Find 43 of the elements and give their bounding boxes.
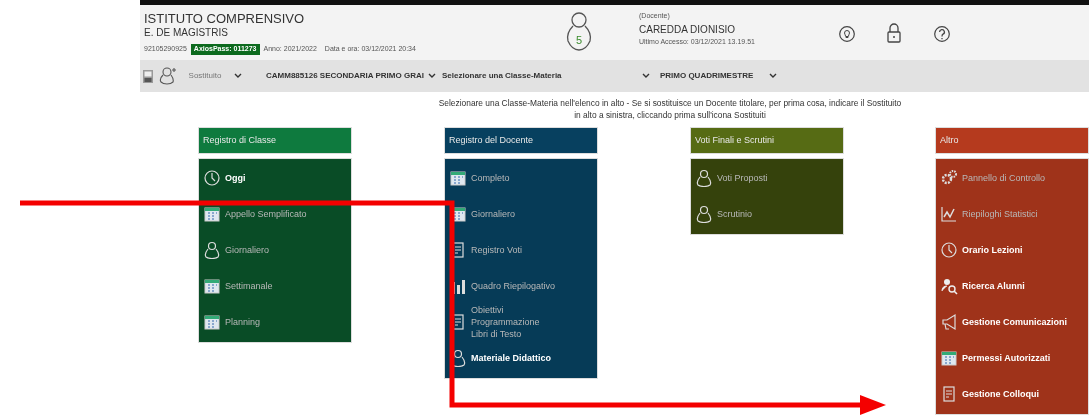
panel-header: Registro del Docente bbox=[444, 127, 598, 154]
panel-header: Altro bbox=[935, 127, 1089, 154]
panel-header: Registro di Classe bbox=[198, 127, 352, 154]
chevron-icon bbox=[427, 73, 436, 79]
instructions-text: Selezionare una Classe-Materia nell'elenco in alto - Se si sostituisce un Docente titolare, per prima cosa, indicare il Sostituito in alto a sinistra, cliccando prima sull'icona Sostituiti bbox=[437, 97, 903, 121]
calendar-icon bbox=[203, 277, 221, 295]
menu-item[interactable]: Ricerca Alunni bbox=[936, 268, 1088, 304]
menu-item[interactable]: Materiale Didattico bbox=[445, 340, 597, 376]
chevron-icon bbox=[769, 73, 778, 79]
menu-item[interactable]: Gestione Colloqui bbox=[936, 376, 1088, 412]
lightbulb-icon[interactable] bbox=[839, 25, 855, 43]
calendar-icon bbox=[940, 349, 958, 367]
school-dropdown[interactable]: CAMM885126 SECONDARIA PRIMO GRAI bbox=[266, 70, 436, 82]
user-name: CAREDDA DIONISIO bbox=[639, 22, 737, 37]
person-icon bbox=[203, 241, 221, 259]
count-label: 5 bbox=[575, 34, 583, 46]
menu-item[interactable]: Gestione Comunicazioni bbox=[936, 304, 1088, 340]
substitute-dropdown[interactable]: Sostituito bbox=[180, 70, 250, 82]
person-icon bbox=[695, 169, 713, 187]
calendar-icon bbox=[203, 205, 221, 223]
help-icon[interactable] bbox=[934, 25, 950, 43]
menu-item[interactable]: Permessi Autorizzati bbox=[936, 340, 1088, 376]
class-subject-dropdown[interactable]: Selezionare una Classe-Materia bbox=[441, 70, 650, 82]
search-icon bbox=[940, 277, 958, 295]
school-name: ISTITUTO COMPRENSIVO bbox=[144, 11, 306, 26]
school-subtitle: E. DE MAGISTRIS bbox=[144, 26, 229, 40]
panel-header: Voti Finali e Scrutini bbox=[690, 127, 844, 154]
clock-icon bbox=[940, 241, 958, 259]
person-icon bbox=[695, 205, 713, 223]
menu-item[interactable]: Oggi bbox=[199, 160, 351, 196]
megaphone-icon bbox=[940, 313, 958, 331]
chevron-icon bbox=[641, 73, 650, 79]
chart-icon bbox=[940, 205, 958, 223]
document-icon bbox=[940, 385, 958, 403]
gear-icon bbox=[940, 169, 958, 187]
menu-item[interactable]: Orario Lezioni bbox=[936, 232, 1088, 268]
clock-icon bbox=[203, 169, 221, 187]
person-icon[interactable] bbox=[159, 67, 177, 85]
chevron-icon bbox=[234, 73, 242, 79]
period-dropdown[interactable]: PRIMO QUADRIMESTRE bbox=[659, 70, 778, 82]
calendar-icon bbox=[203, 313, 221, 331]
calendar-icon bbox=[449, 169, 467, 187]
padlock-icon[interactable] bbox=[887, 23, 901, 43]
